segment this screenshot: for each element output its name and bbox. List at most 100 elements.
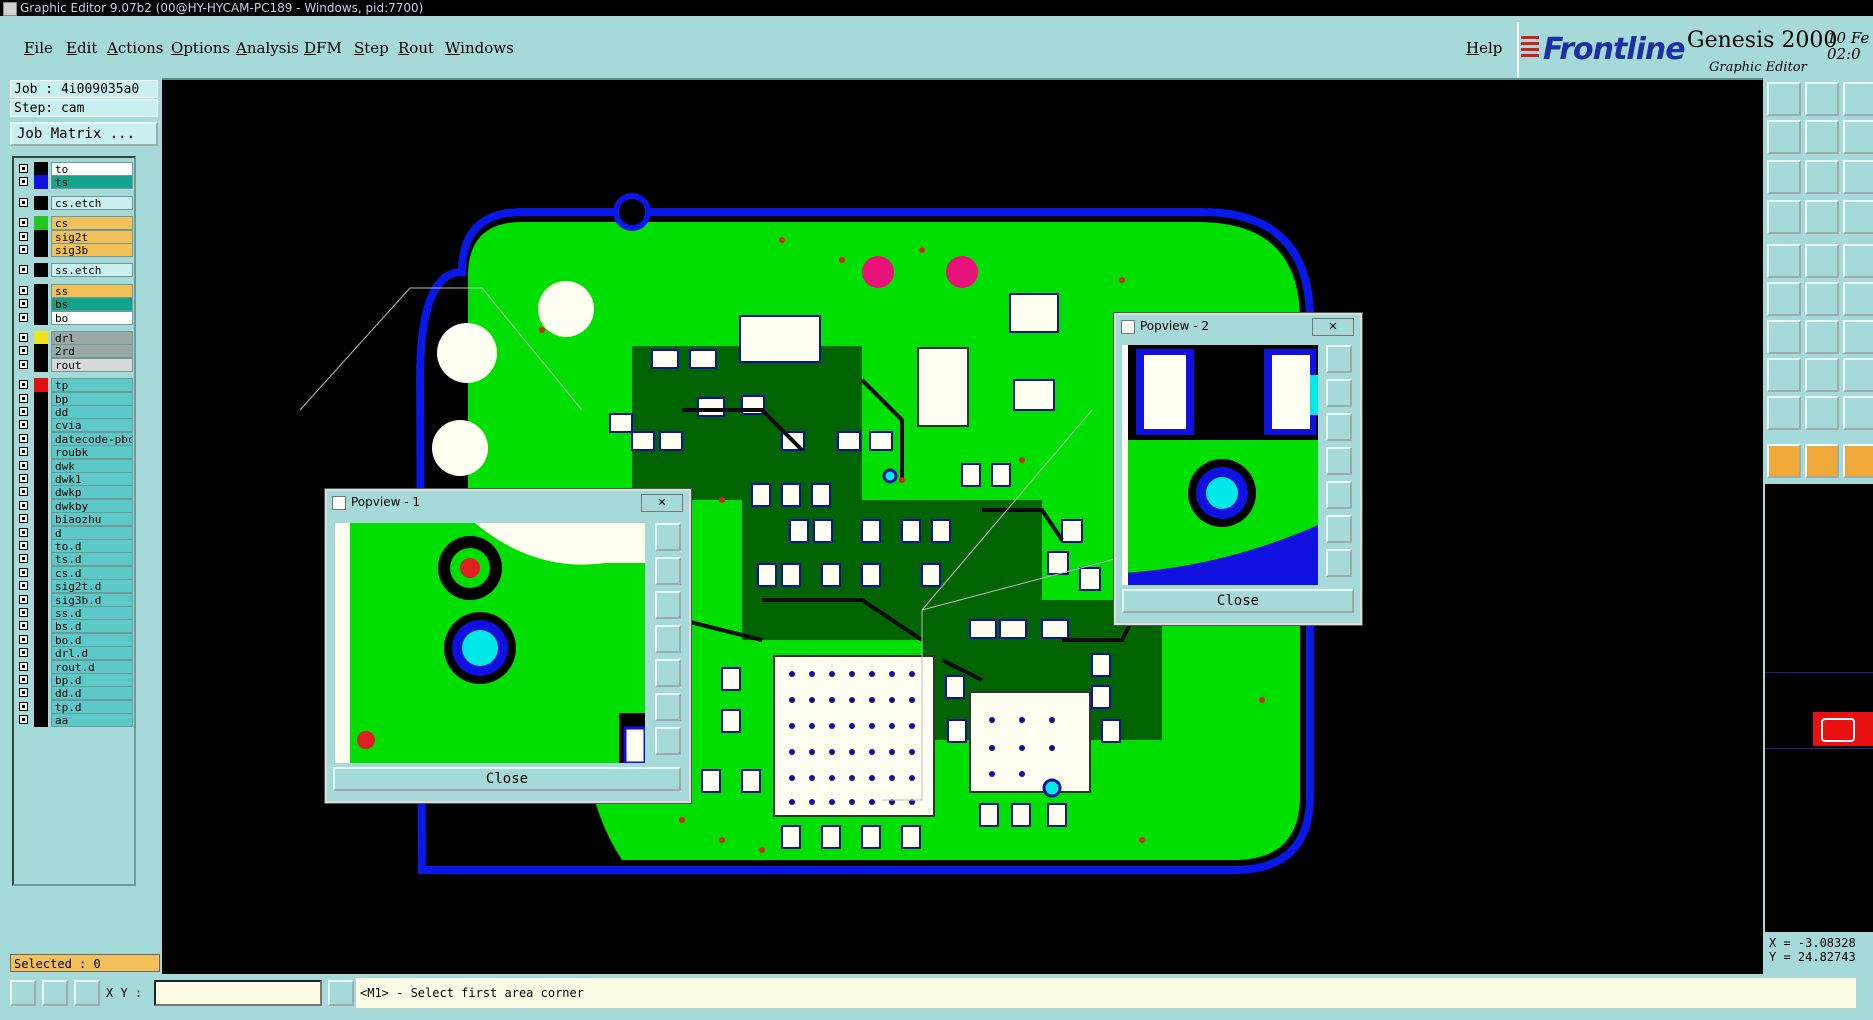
- tool-rotate-icon[interactable]: [1843, 320, 1873, 354]
- tool-zoom-up-icon[interactable]: [1767, 82, 1801, 116]
- layer-color-swatch[interactable]: [34, 418, 48, 433]
- layer-row[interactable]: 2rd: [16, 344, 134, 359]
- tool-triangle-icon[interactable]: [1767, 396, 1801, 430]
- layer-color-swatch[interactable]: [34, 263, 48, 278]
- layer-checkbox[interactable]: [19, 541, 28, 550]
- layer-row[interactable]: dwkby: [16, 498, 134, 513]
- layer-row[interactable]: aa: [16, 713, 134, 728]
- layer-row[interactable]: sig2t: [16, 229, 134, 244]
- layer-row[interactable]: dwk1: [16, 472, 134, 486]
- tool-connect-icon[interactable]: [1767, 282, 1801, 316]
- pop2-zoom-home-button[interactable]: [1326, 345, 1352, 373]
- popview-2-close-icon[interactable]: ✕: [1312, 318, 1354, 336]
- layer-checkbox[interactable]: [19, 594, 28, 604]
- layer-row[interactable]: rout: [16, 357, 134, 372]
- pop-pan-down-button[interactable]: [655, 591, 681, 619]
- layer-color-swatch[interactable]: [34, 391, 48, 406]
- layer-checkbox[interactable]: [19, 688, 28, 698]
- layer-color-swatch[interactable]: [34, 592, 48, 607]
- pop-zoom-in-button[interactable]: [655, 693, 681, 721]
- layer-color-swatch[interactable]: [34, 297, 48, 312]
- layer-color-swatch[interactable]: [34, 357, 48, 372]
- tool-pan-right-icon[interactable]: [1805, 120, 1839, 154]
- layer-name[interactable]: bp.d: [51, 673, 133, 687]
- layer-color-swatch[interactable]: [34, 472, 48, 486]
- layer-checkbox[interactable]: [19, 164, 28, 173]
- tool-delete-icon[interactable]: [1805, 282, 1839, 316]
- tool-polygon-icon[interactable]: [1805, 396, 1839, 430]
- layer-checkbox[interactable]: [19, 474, 28, 483]
- layer-row[interactable]: ts: [16, 175, 134, 190]
- layer-name[interactable]: sig2t: [51, 229, 133, 244]
- menu-actions[interactable]: Actions: [107, 39, 163, 57]
- layer-name[interactable]: dwk1: [51, 472, 133, 486]
- menu-options[interactable]: Options: [171, 39, 230, 57]
- layer-checkbox[interactable]: [19, 500, 28, 510]
- layer-row[interactable]: sig3b: [16, 243, 134, 257]
- layer-row[interactable]: cs.d: [16, 565, 134, 580]
- layer-name[interactable]: sig2t.d: [51, 579, 133, 594]
- layer-row[interactable]: cs: [16, 216, 134, 231]
- tool-arc-icon[interactable]: [1843, 282, 1873, 316]
- layer-color-swatch[interactable]: [34, 512, 48, 527]
- menu-rout[interactable]: Rout: [398, 39, 434, 57]
- menu-dfm[interactable]: DFM: [304, 39, 342, 57]
- tool-zoom-down-icon[interactable]: [1805, 82, 1839, 116]
- layer-name[interactable]: bs.d: [51, 619, 133, 634]
- layer-color-swatch[interactable]: [34, 378, 48, 393]
- snap-mode-icon[interactable]: [10, 980, 36, 1006]
- layer-color-swatch[interactable]: [34, 579, 48, 594]
- layer-checkbox[interactable]: [19, 621, 28, 631]
- pop-zoom-home-button[interactable]: [655, 523, 681, 551]
- layer-color-swatch[interactable]: [34, 498, 48, 513]
- layer-name[interactable]: ss: [51, 283, 133, 298]
- layer-color-swatch[interactable]: [34, 606, 48, 620]
- layer-name[interactable]: 2rd: [51, 344, 133, 359]
- layer-checkbox[interactable]: [19, 567, 28, 577]
- tool-snap-icon[interactable]: [1767, 200, 1801, 234]
- pop2-pan-right-button[interactable]: [1326, 481, 1352, 509]
- layer-color-swatch[interactable]: [34, 713, 48, 728]
- layer-row[interactable]: bp.d: [16, 673, 134, 687]
- layer-checkbox[interactable]: [19, 447, 28, 457]
- pop-pan-left-button[interactable]: [655, 625, 681, 653]
- layer-row[interactable]: dd: [16, 405, 134, 419]
- pop-pan-right-button[interactable]: [655, 659, 681, 687]
- layer-checkbox[interactable]: [19, 333, 28, 342]
- layer-name[interactable]: ts: [51, 175, 133, 190]
- tool-angle-icon[interactable]: [1767, 320, 1801, 354]
- layer-checkbox[interactable]: [19, 393, 28, 403]
- layer-row[interactable]: d: [16, 525, 134, 540]
- layer-checkbox[interactable]: [19, 285, 28, 295]
- popview-2-viewport[interactable]: [1122, 345, 1318, 585]
- layer-row[interactable]: to: [16, 162, 134, 176]
- layer-color-swatch[interactable]: [34, 485, 48, 500]
- pop2-zoom-out-button[interactable]: [1326, 549, 1352, 577]
- layer-name[interactable]: dd: [51, 405, 133, 419]
- layer-name[interactable]: sig3b: [51, 243, 133, 257]
- layer-checkbox[interactable]: [19, 265, 28, 275]
- popview-1-close-button[interactable]: Close: [333, 767, 681, 791]
- tool-pad-icon[interactable]: [1767, 358, 1801, 392]
- layer-checkbox[interactable]: [19, 634, 28, 644]
- layer-row[interactable]: cvia: [16, 418, 134, 433]
- layer-checkbox[interactable]: [19, 701, 28, 711]
- layer-name[interactable]: sig3b.d: [51, 592, 133, 607]
- layer-name[interactable]: d: [51, 525, 133, 540]
- layer-name[interactable]: bo: [51, 310, 133, 325]
- tool-diagonal-icon[interactable]: [1805, 320, 1839, 354]
- layer-color-swatch[interactable]: [34, 175, 48, 190]
- layer-row[interactable]: ss.etch: [16, 263, 134, 278]
- tool-minus-icon[interactable]: [1805, 358, 1839, 392]
- layer-color-swatch[interactable]: [34, 283, 48, 298]
- layer-name[interactable]: cs.etch: [51, 195, 133, 210]
- layer-row[interactable]: drl.d: [16, 646, 134, 661]
- popview-1-viewport[interactable]: [335, 523, 645, 763]
- tool-pan-left-icon[interactable]: [1767, 120, 1801, 154]
- layer-name[interactable]: drl.d: [51, 646, 133, 661]
- menu-file[interactable]: File: [24, 39, 53, 57]
- layer-row[interactable]: dwk: [16, 458, 134, 473]
- layer-name[interactable]: cvia: [51, 418, 133, 433]
- layer-name[interactable]: tp.d: [51, 699, 133, 714]
- layer-name[interactable]: dwk: [51, 458, 133, 473]
